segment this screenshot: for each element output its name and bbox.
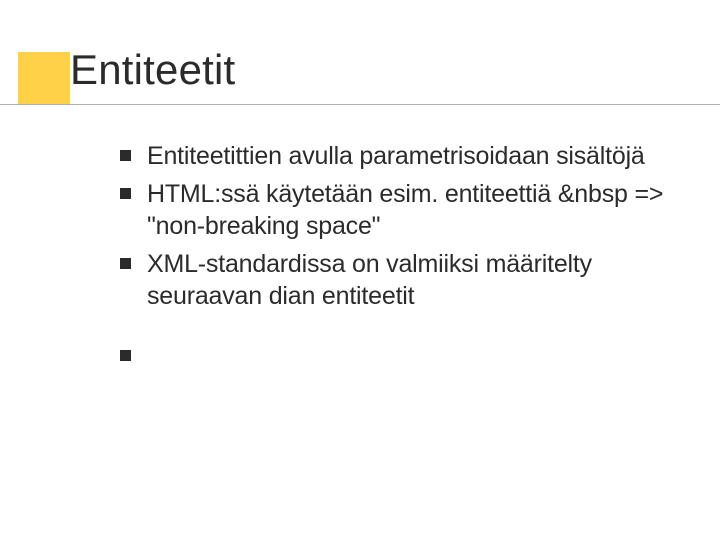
title-rule xyxy=(0,104,720,105)
slide: Entiteetit Entiteetittien avulla paramet… xyxy=(0,0,720,540)
list-item: Entiteetittien avulla parametrisoidaan s… xyxy=(120,140,680,172)
square-bullet-icon xyxy=(120,258,131,269)
square-bullet-icon xyxy=(120,350,131,361)
slide-title: Entiteetit xyxy=(70,46,235,94)
list-item: XML-standardissa on valmiiksi määritelty… xyxy=(120,248,680,312)
list-item: HTML:ssä käytetään esim. entiteettiä &nb… xyxy=(120,178,680,242)
bullet-text: XML-standardissa on valmiiksi määritelty… xyxy=(147,248,680,312)
square-bullet-icon xyxy=(120,150,131,161)
slide-body: Entiteetittien avulla parametrisoidaan s… xyxy=(120,140,680,367)
list-item xyxy=(120,340,680,361)
square-bullet-icon xyxy=(120,188,131,199)
title-accent-box xyxy=(18,52,70,104)
bullet-text: HTML:ssä käytetään esim. entiteettiä &nb… xyxy=(147,178,680,242)
bullet-text: Entiteetittien avulla parametrisoidaan s… xyxy=(147,140,645,172)
